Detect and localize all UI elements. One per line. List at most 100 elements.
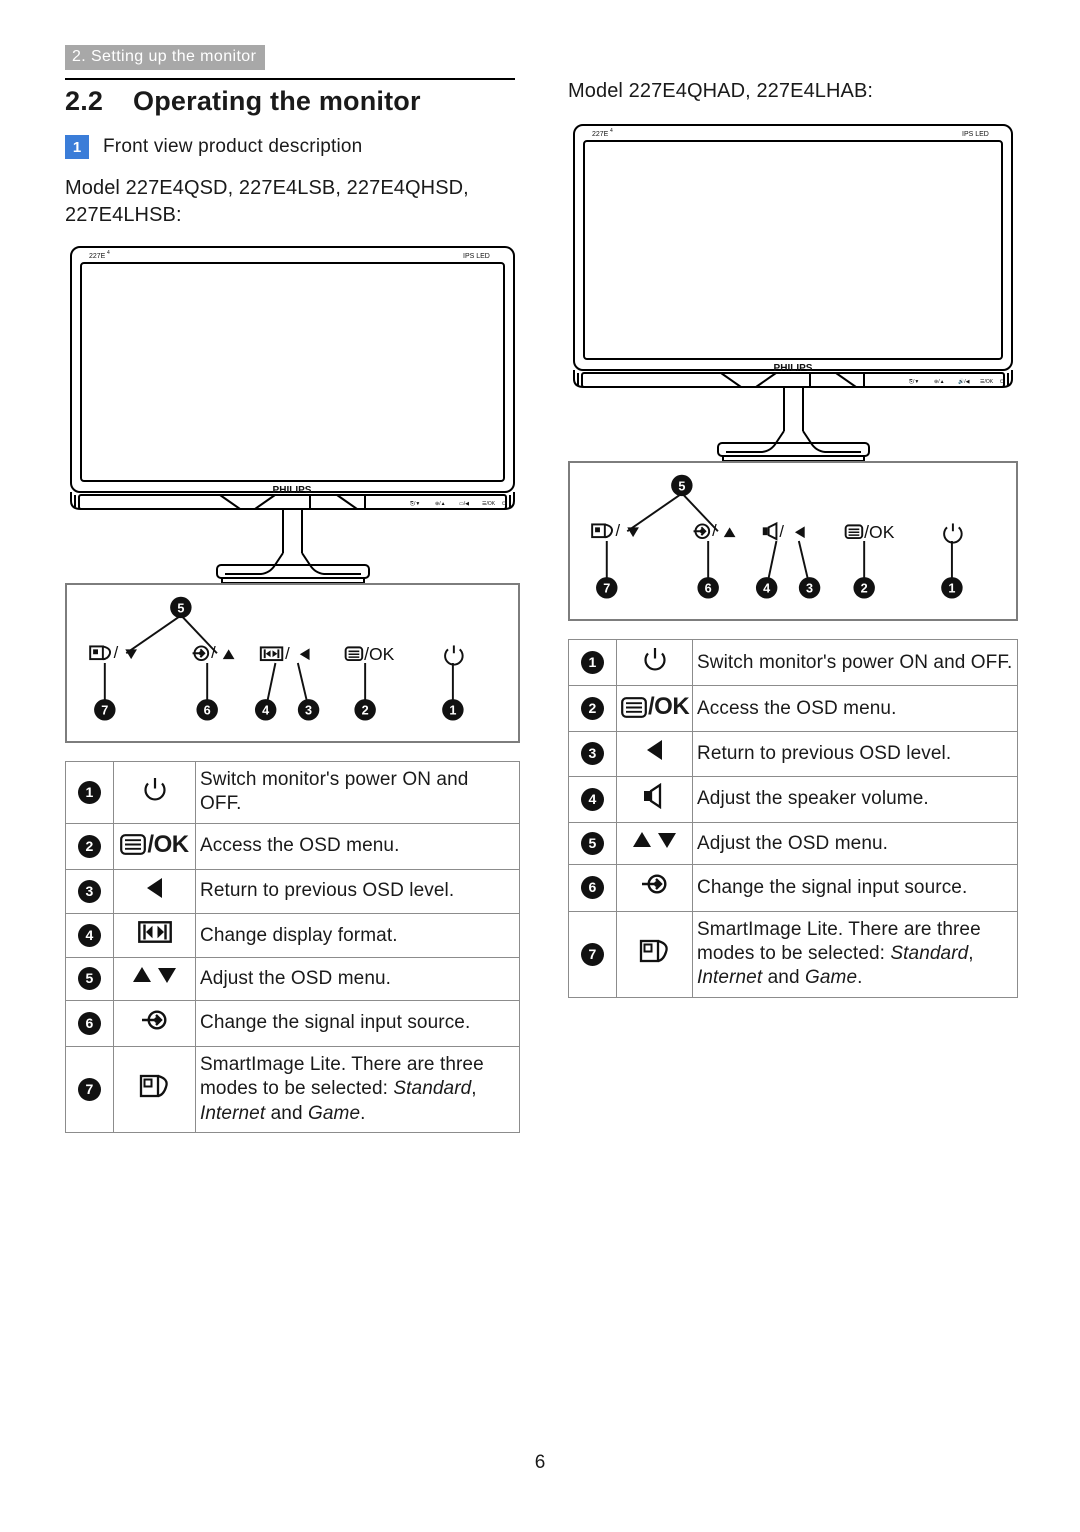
svg-text:⎘/▼: ⎘/▼ [410,501,420,507]
row-description: Switch monitor's power ON and OFF. [692,638,1018,687]
right-model-line: Model 227E4QHAD, 227E4LHAB: [568,80,874,102]
smartimage-icon [616,910,693,998]
svg-text:/OK: /OK [364,644,395,664]
up-down-arrows-icon [113,957,196,1001]
row-description: Switch monitor's power ON and OFF. [195,761,520,824]
svg-text:/: / [285,644,290,663]
svg-text:/: / [211,643,216,662]
table-row: 2 /OK Access the OSD menu. [65,822,520,870]
table-row: 2 /OK Access the OSD menu. [568,685,1018,733]
row-number-cell: 3 [65,868,114,915]
desc-part: . [857,967,863,989]
svg-text:⊕/▲: ⊕/▲ [934,379,945,385]
row-description: Access the OSD menu. [195,822,520,870]
row-description: SmartImage Lite. There are three modes t… [195,1046,520,1133]
smartimage-down-glyph: / [89,643,137,662]
osd-menu-ok-icon: /OK [616,685,693,733]
row-number-cell: 7 [568,910,617,998]
smartimage-down-glyph: / [591,521,639,540]
row-description: Change the signal input source. [195,999,520,1048]
mode-internet: Internet [200,1102,266,1124]
row-description: Adjust the OSD menu. [195,957,520,1001]
power-glyph [444,645,464,666]
page-number: 6 [534,1452,546,1473]
row-description: Return to previous OSD level. [692,731,1018,777]
left-monitor-illustration: 227E 4 IPS LED PHILIPS ⎘/▼ ⊕/▲ ▭/◀ ☰/OK … [70,246,515,583]
ok-label: /OK [648,693,690,721]
osd-menu-ok-icon: /OK [113,822,196,870]
left-arrow-icon [616,731,693,777]
desc-part: , [968,943,974,965]
row-number-cell: 5 [568,822,617,866]
svg-text:4: 4 [262,704,269,718]
step-badge: 1 [65,135,89,159]
desc-part: and [265,1102,308,1124]
svg-text:/: / [779,522,784,541]
svg-text:3: 3 [305,704,312,718]
desc-part: , [471,1078,477,1100]
desc-part: . [360,1102,366,1124]
svg-text:/: / [616,521,621,540]
table-row: 5 Adjust the OSD menu. [65,957,520,1001]
table-row: 3 Return to previous OSD level. [65,868,520,915]
svg-text:6: 6 [705,582,712,596]
brand-logo: PHILIPS [774,363,813,374]
svg-text:1: 1 [948,582,955,596]
svg-text:☰/OK: ☰/OK [482,501,496,507]
smartimage-icon [113,1046,196,1133]
right-key-table: 1 Switch monitor's power ON and OFF. 2 /… [568,638,1018,998]
power-glyph [943,523,963,544]
svg-text:/: / [712,521,717,540]
table-row: 4 Change display format. [65,913,520,959]
bezel-panel-label: IPS LED [962,131,989,138]
speaker-left-glyph: / [762,521,805,541]
row-description: Change display format. [195,913,520,959]
right-column: Model 227E4QHAD, 227E4LHAB: 227E 4 IPS L… [568,78,1018,998]
osd-menu-ok-glyph: /OK [344,644,395,664]
left-model-line: Model 227E4QSD, 227E4LSB, 227E4QHSD, 227… [65,177,469,226]
svg-text:☰/OK: ☰/OK [980,379,994,385]
section-number: 2.2 [65,86,104,116]
table-row: 4 Adjust the speaker volume. [568,775,1018,824]
row-number-cell: 5 [65,957,114,1001]
input-source-icon [616,864,693,912]
power-icon [616,638,693,687]
table-row: 5 Adjust the OSD menu. [568,822,1018,866]
svg-text:4: 4 [610,128,613,134]
bezel-model-label: 227E [89,253,106,260]
page-title: 2.2 Operating the monitor [65,86,520,117]
mode-standard: Standard [890,943,969,965]
section-title: Operating the monitor [133,86,421,116]
mode-internet: Internet [697,967,763,989]
table-row: 6 Change the signal input source. [65,999,520,1048]
running-head: 2. Setting up the monitor [65,45,266,70]
svg-text:4: 4 [763,582,770,596]
row-number-cell: 1 [568,638,617,687]
svg-text:🔊/◀: 🔊/◀ [958,378,970,385]
up-down-arrows-icon [616,822,693,866]
svg-text:⎘/▼: ⎘/▼ [909,379,919,385]
svg-text:/OK: /OK [864,522,895,542]
svg-text:7: 7 [603,582,610,596]
input-source-up-glyph: / [192,643,235,662]
table-row: 3 Return to previous OSD level. [568,731,1018,777]
row-number-cell: 6 [568,864,617,912]
table-row: 7 SmartImage Lite. There are three modes… [568,910,1018,998]
svg-text:3: 3 [806,582,813,596]
row-description: Return to previous OSD level. [195,868,520,915]
row-description: Adjust the speaker volume. [692,775,1018,824]
svg-text:5: 5 [678,479,685,493]
right-button-callout: 5 / / / /OK 7 6 4 3 2 1 [568,461,1018,621]
left-button-callout: 5 / / / /OK 7 6 4 3 2 1 [65,583,520,743]
right-monitor-illustration: 227E 4 IPS LED PHILIPS ⎘/▼ ⊕/▲ 🔊/◀ ☰/OK … [573,124,1013,461]
row-number-cell: 2 [65,822,114,870]
bezel-panel-label: IPS LED [463,253,490,260]
table-row: 6 Change the signal input source. [568,864,1018,912]
mode-game: Game [805,967,858,989]
table-row: 7 SmartImage Lite. There are three modes… [65,1046,520,1133]
left-key-table: 1 Switch monitor's power ON and OFF. 2 /… [65,761,520,1133]
row-description: Change the signal input source. [692,864,1018,912]
svg-text:6: 6 [204,704,211,718]
svg-text:4: 4 [107,250,110,256]
desc-part: and [762,967,805,989]
